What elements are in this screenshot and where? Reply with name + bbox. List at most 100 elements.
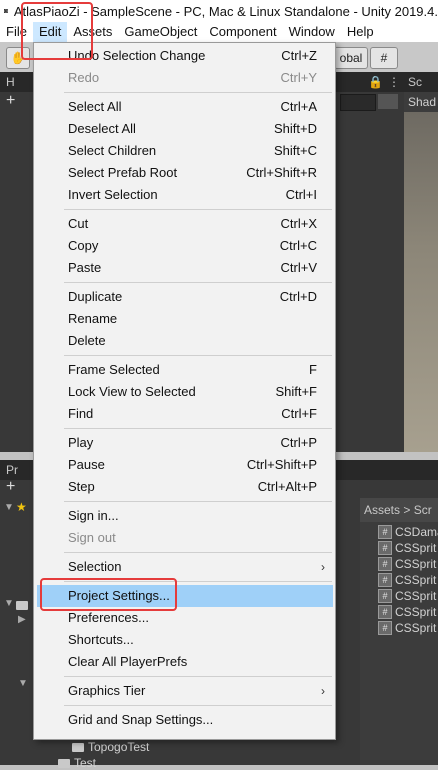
menu-item-grid-snap-settings[interactable]: Grid and Snap Settings... — [34, 709, 335, 731]
tree-item-label: TopogoTest — [88, 740, 150, 754]
unity-logo-icon — [4, 9, 8, 13]
folder-icon — [72, 742, 84, 752]
menu-item-select-all[interactable]: Select All Ctrl+A — [34, 96, 335, 118]
hierarchy-search-input[interactable] — [340, 94, 376, 111]
file-name: CSSprit — [395, 541, 437, 555]
file-name: CSSprit — [395, 605, 437, 619]
csharp-script-icon: # — [378, 573, 392, 587]
menu-item-label: Lock View to Selected — [68, 384, 196, 399]
file-item[interactable]: # CSSprit — [378, 540, 436, 556]
menu-item-label: Step — [68, 479, 95, 494]
menu-item-label: Shortcuts... — [68, 632, 134, 647]
menu-item-label: Redo — [68, 70, 100, 85]
tree-collapse-icon[interactable]: ▶ — [18, 614, 26, 625]
file-item[interactable]: # CSSprit — [378, 620, 436, 636]
grid-snap-button[interactable]: # — [370, 47, 398, 69]
tree-item[interactable]: Test — [58, 756, 96, 770]
file-name: CSSprit — [395, 589, 437, 603]
file-item[interactable]: # CSSprit — [378, 556, 436, 572]
menu-item-rename[interactable]: Rename — [34, 308, 335, 330]
menu-item-shortcut: Ctrl+Shift+R — [246, 165, 317, 180]
menu-item-duplicate[interactable]: Duplicate Ctrl+D — [34, 286, 335, 308]
menu-item-label: Invert Selection — [68, 187, 158, 202]
add-icon[interactable]: + — [6, 92, 15, 110]
menu-item-shortcut: Ctrl+Alt+P — [257, 479, 317, 494]
menu-item-invert-selection[interactable]: Invert Selection Ctrl+I — [34, 184, 335, 206]
menu-item-sign-out[interactable]: Sign out — [34, 527, 335, 549]
edit-menu-dropdown: Undo Selection Change Ctrl+Z Redo Ctrl+Y… — [33, 42, 336, 740]
menu-item-lock-view[interactable]: Lock View to Selected Shift+F — [34, 381, 335, 403]
project-breadcrumb[interactable]: Assets > Scr — [360, 498, 438, 522]
menu-gameobject[interactable]: GameObject — [118, 22, 203, 42]
scene-header: Sc — [404, 72, 438, 92]
menu-item-label: Graphics Tier — [68, 683, 146, 698]
menu-item-label: Paste — [68, 260, 102, 275]
menu-item-find[interactable]: Find Ctrl+F — [34, 403, 335, 425]
menu-window[interactable]: Window — [283, 22, 341, 42]
panel-menu-icon[interactable]: ⋮ — [388, 75, 400, 89]
menu-item-select-children[interactable]: Select Children Shift+C — [34, 140, 335, 162]
tree-expand-icon[interactable]: ▼ — [18, 678, 28, 689]
menu-item-label: Select Prefab Root — [68, 165, 178, 180]
tree-expand-icon[interactable]: ▼ — [4, 598, 14, 609]
scene-viewport[interactable] — [404, 112, 438, 452]
menu-item-paste[interactable]: Paste Ctrl+V — [34, 257, 335, 279]
menu-item-shortcuts[interactable]: Shortcuts... — [34, 629, 335, 651]
menu-separator — [64, 92, 332, 93]
menu-item-shortcut: Ctrl+I — [285, 187, 317, 202]
menu-item-shortcut: Ctrl+X — [280, 216, 317, 231]
csharp-script-icon: # — [378, 525, 392, 539]
menu-item-shortcut: Ctrl+D — [279, 289, 317, 304]
scene-shading-label[interactable]: Shad — [408, 95, 436, 109]
menu-item-shortcut: Ctrl+V — [280, 260, 317, 275]
menu-item-frame-selected[interactable]: Frame Selected F — [34, 359, 335, 381]
global-toggle-button[interactable]: obal — [334, 47, 368, 69]
lock-icon[interactable]: 🔒 — [368, 75, 383, 89]
tree-item[interactable]: TopogoTest — [72, 740, 149, 754]
project-assets-view: Assets > Scr #CSDama #CSSprit #CSSprit #… — [360, 498, 438, 765]
menu-item-redo[interactable]: Redo Ctrl+Y — [34, 67, 335, 89]
menu-item-label: Delete — [68, 333, 106, 348]
menu-item-step[interactable]: Step Ctrl+Alt+P — [34, 476, 335, 498]
menu-component[interactable]: Component — [203, 22, 282, 42]
menu-help[interactable]: Help — [341, 22, 380, 42]
menu-item-shortcut: Ctrl+Z — [281, 48, 317, 63]
menu-item-play[interactable]: Play Ctrl+P — [34, 432, 335, 454]
file-item[interactable]: # CSSprit — [378, 588, 436, 604]
menu-item-graphics-tier[interactable]: Graphics Tier › — [34, 680, 335, 702]
filter-button[interactable] — [378, 94, 398, 109]
menu-item-delete[interactable]: Delete — [34, 330, 335, 352]
csharp-script-icon: # — [378, 541, 392, 555]
scene-tab-label[interactable]: Sc — [408, 75, 422, 89]
menu-item-selection[interactable]: Selection › — [34, 556, 335, 578]
menu-item-sign-in[interactable]: Sign in... — [34, 505, 335, 527]
hierarchy-tab-label[interactable]: H — [6, 75, 15, 89]
menu-item-shortcut: Ctrl+Y — [280, 70, 317, 85]
csharp-script-icon: # — [378, 589, 392, 603]
csharp-script-icon: # — [378, 621, 392, 635]
menu-item-pause[interactable]: Pause Ctrl+Shift+P — [34, 454, 335, 476]
menu-separator — [64, 282, 332, 283]
menu-item-label: Sign in... — [68, 508, 119, 523]
menu-item-shortcut: Shift+D — [274, 121, 317, 136]
menu-item-cut[interactable]: Cut Ctrl+X — [34, 213, 335, 235]
menu-item-label: Rename — [68, 311, 118, 326]
submenu-arrow-icon: › — [321, 560, 325, 574]
file-item[interactable]: #CSDama — [378, 524, 438, 540]
project-tab-label[interactable]: Pr — [6, 463, 18, 477]
file-item[interactable]: # CSSprit — [378, 572, 436, 588]
menu-separator — [64, 705, 332, 706]
menu-item-select-prefab-root[interactable]: Select Prefab Root Ctrl+Shift+R — [34, 162, 335, 184]
file-name: CSSprit — [395, 621, 437, 635]
menu-item-deselect-all[interactable]: Deselect All Shift+D — [34, 118, 335, 140]
menu-item-label: Pause — [68, 457, 105, 472]
menu-item-label: Cut — [68, 216, 89, 231]
menu-item-copy[interactable]: Copy Ctrl+C — [34, 235, 335, 257]
menu-separator — [64, 501, 332, 502]
tree-expand-icon[interactable]: ▼ — [4, 502, 14, 513]
menu-item-label: Find — [68, 406, 94, 421]
project-add-icon[interactable]: + — [6, 478, 15, 496]
csharp-script-icon: # — [378, 557, 392, 571]
file-item[interactable]: # CSSprit — [378, 604, 436, 620]
menu-item-clear-playerprefs[interactable]: Clear All PlayerPrefs — [34, 651, 335, 673]
